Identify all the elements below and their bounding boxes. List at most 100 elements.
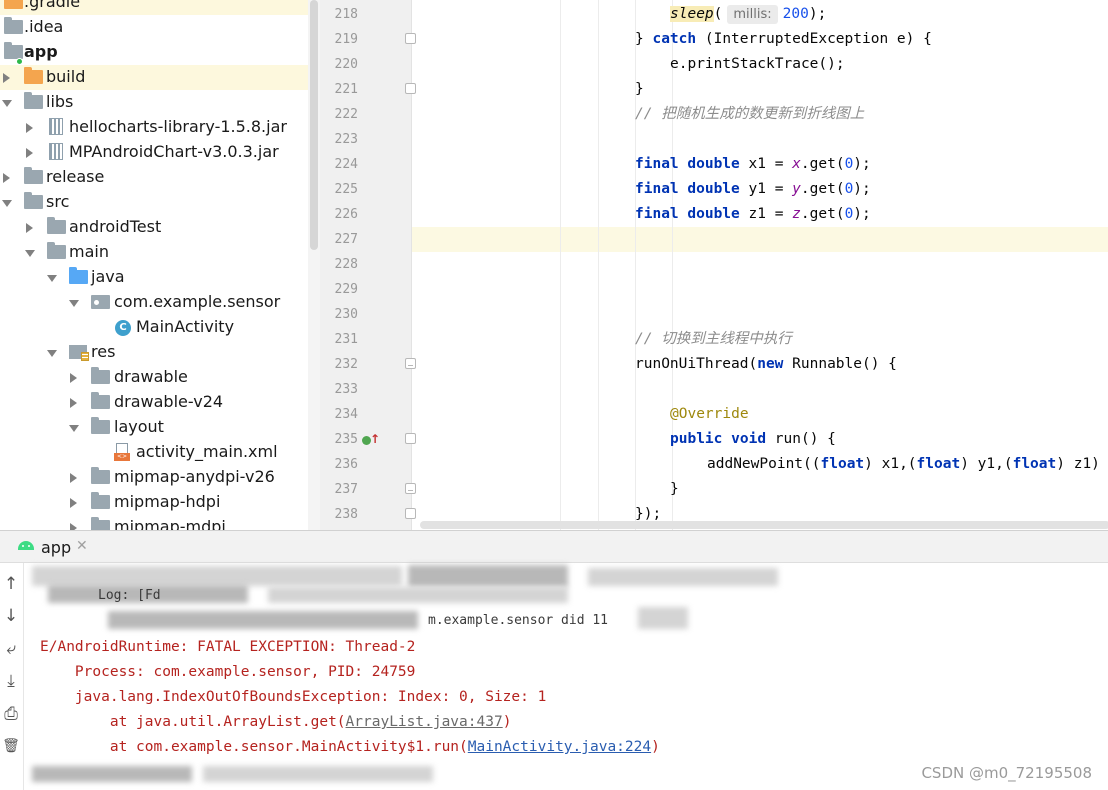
code-token: run() { <box>766 431 836 447</box>
tree-item-gradle[interactable]: .gradle <box>0 0 320 15</box>
chevron-right-icon[interactable] <box>70 398 77 408</box>
tree-scrollbar[interactable] <box>308 0 320 530</box>
code-token: ); <box>808 6 827 22</box>
line-number: 220 <box>334 57 358 72</box>
line-number: 231 <box>334 332 358 347</box>
chevron-right-icon[interactable] <box>3 173 10 183</box>
chevron-down-icon[interactable] <box>69 425 79 432</box>
fold-end-icon[interactable] <box>405 33 416 44</box>
editor-gutter: 218 219 220 221 222 223 224 225 226 227 … <box>320 0 416 530</box>
tree-item-libs[interactable]: libs <box>0 90 320 115</box>
code-token: .get( <box>800 156 845 172</box>
tree-item-layout[interactable]: layout <box>0 415 320 440</box>
chevron-down-icon[interactable] <box>25 250 35 257</box>
override-method-icon[interactable]: ↑ <box>362 433 380 447</box>
line-number: 238 <box>334 507 358 522</box>
chevron-down-icon[interactable] <box>2 100 12 107</box>
fold-start-icon[interactable] <box>405 483 416 494</box>
code-token: float <box>916 456 961 472</box>
tree-item-activity-main-xml[interactable]: <> activity_main.xml <box>0 440 320 465</box>
chevron-down-icon[interactable] <box>47 350 57 357</box>
line-number: 235 <box>334 432 358 447</box>
chevron-down-icon[interactable] <box>69 300 79 307</box>
stack-suffix: ) <box>651 739 660 755</box>
chevron-down-icon[interactable] <box>47 275 57 282</box>
tree-scrollbar-thumb[interactable] <box>310 0 318 250</box>
tree-item-mainactivity[interactable]: C MainActivity <box>0 315 320 340</box>
editor-horizontal-scrollbar[interactable] <box>412 518 1108 530</box>
tree-item-build[interactable]: build <box>0 65 320 90</box>
chevron-right-icon[interactable] <box>70 473 77 483</box>
tree-item-hellocharts-jar[interactable]: hellocharts-library-1.5.8.jar <box>0 115 320 140</box>
tree-item-drawable-v24[interactable]: drawable-v24 <box>0 390 320 415</box>
tree-item-main[interactable]: main <box>0 240 320 265</box>
code-token: z1 = <box>748 206 793 222</box>
tree-item-src[interactable]: src <box>0 190 320 215</box>
tree-item-java[interactable]: java <box>0 265 320 290</box>
tree-item-mipmap-anydpi[interactable]: mipmap-anydpi-v26 <box>0 465 320 490</box>
tree-item-res[interactable]: res <box>0 340 320 365</box>
fold-end-icon[interactable] <box>405 83 416 94</box>
chevron-right-icon[interactable] <box>70 523 77 530</box>
tree-item-mpandroidchart-jar[interactable]: MPAndroidChart-v3.0.3.jar <box>0 140 320 165</box>
line-number: 227 <box>334 232 358 247</box>
folder-orange-icon <box>4 0 23 9</box>
scroll-to-end-icon[interactable]: ⤓ <box>0 670 22 692</box>
code-token: final <box>635 181 679 197</box>
tree-item-label: main <box>69 242 109 261</box>
chevron-right-icon[interactable] <box>26 223 33 233</box>
chevron-right-icon[interactable] <box>70 498 77 508</box>
redacted-region <box>268 587 568 603</box>
tree-item-release[interactable]: release <box>0 165 320 190</box>
chevron-right-icon[interactable] <box>70 373 77 383</box>
soft-wrap-icon[interactable]: ⤶ <box>0 638 22 660</box>
code-line-226: final double z1 = z.get(0); <box>635 202 871 227</box>
print-icon[interactable]: ⎙ <box>0 703 22 725</box>
trash-icon[interactable]: 🗑 <box>0 735 22 757</box>
code-line-234: @Override <box>670 406 749 422</box>
redacted-region <box>638 607 688 629</box>
tree-item-label: com.example.sensor <box>114 292 281 311</box>
code-token: final <box>635 206 679 222</box>
code-line-235: public void run() { <box>670 427 836 452</box>
chevron-right-icon[interactable] <box>26 123 33 133</box>
chevron-right-icon[interactable] <box>3 73 10 83</box>
fold-start-icon[interactable] <box>405 358 416 369</box>
code-editor[interactable]: 218 219 220 221 222 223 224 225 226 227 … <box>320 0 1108 530</box>
tree-item-label: layout <box>114 417 164 436</box>
console-error-line: Process: com.example.sensor, PID: 24759 <box>40 664 416 680</box>
arrow-down-icon[interactable]: ↓ <box>0 605 22 627</box>
tree-item-app[interactable]: app <box>0 40 320 65</box>
redacted-region <box>408 565 568 587</box>
console-stack-line: at com.example.sensor.MainActivity$1.run… <box>40 735 660 760</box>
stack-link-mainactivity[interactable]: MainActivity.java:224 <box>468 739 651 755</box>
code-line-231: // 切换到主线程中执行 <box>635 331 792 347</box>
tree-item-label: drawable <box>114 367 188 386</box>
tree-item-mipmap-mdpi[interactable]: mipmap-mdpi <box>0 515 320 530</box>
stack-link-arraylist[interactable]: ArrayList.java:437 <box>346 714 503 730</box>
code-token: 0 <box>844 181 854 197</box>
redacted-region <box>588 568 778 586</box>
code-token: public <box>670 431 723 447</box>
android-icon <box>18 541 34 551</box>
class-icon: C <box>115 320 131 336</box>
tree-item-label: java <box>91 267 125 286</box>
tree-item-package[interactable]: com.example.sensor <box>0 290 320 315</box>
watermark: CSDN @m0_72195508 <box>921 764 1092 782</box>
code-token: double <box>687 156 740 172</box>
arrow-up-icon[interactable]: ↑ <box>0 573 22 595</box>
fold-end-icon[interactable] <box>405 433 416 444</box>
tree-item-label: libs <box>46 92 74 111</box>
tree-item-mipmap-hdpi[interactable]: mipmap-hdpi <box>0 490 320 515</box>
code-token: } <box>635 31 653 47</box>
tree-item-androidtest[interactable]: androidTest <box>0 215 320 240</box>
console-output[interactable]: Log: [Fd m.example.sensor did 11 E/Andro… <box>28 563 1108 790</box>
chevron-right-icon[interactable] <box>26 148 33 158</box>
stack-prefix: at com.example.sensor.MainActivity$1.run… <box>40 739 468 755</box>
tree-item-drawable[interactable]: drawable <box>0 365 320 390</box>
tree-item-idea[interactable]: .idea <box>0 15 320 40</box>
close-icon[interactable]: ✕ <box>76 538 88 554</box>
code-token: float <box>820 456 865 472</box>
chevron-down-icon[interactable] <box>2 200 12 207</box>
editor-scrollbar-thumb[interactable] <box>420 521 1108 529</box>
